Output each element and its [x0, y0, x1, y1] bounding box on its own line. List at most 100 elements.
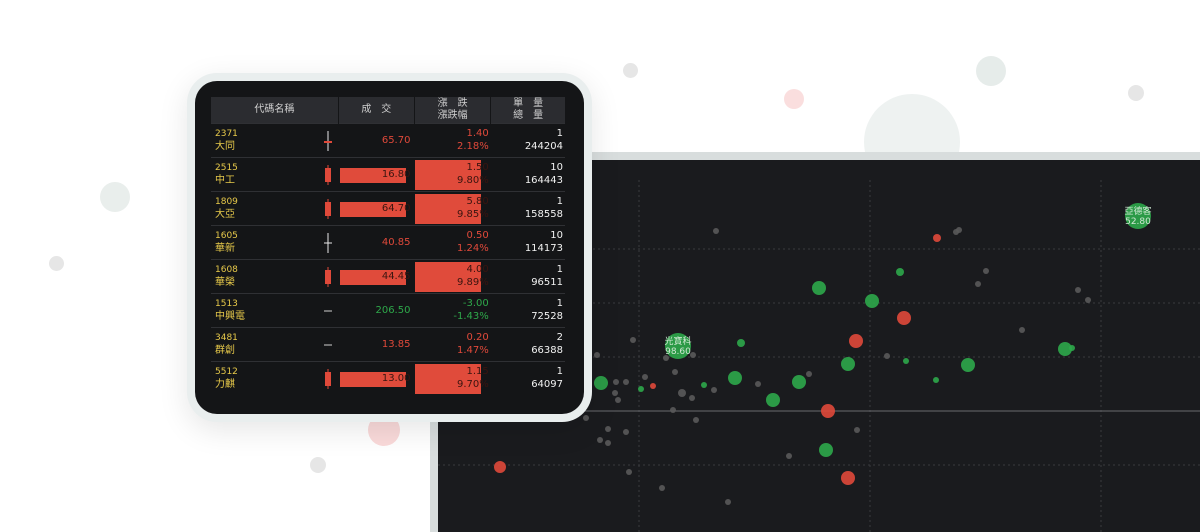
change-pct-value: 9.89% [456, 277, 489, 288]
scatter-point [689, 395, 695, 401]
cell-price: 44.45 [338, 258, 415, 293]
change-value: -3.00 [462, 298, 489, 309]
stock-code: 1513 [215, 298, 238, 309]
scatter-point [933, 377, 939, 383]
stock-code: 3481 [215, 332, 238, 343]
stock-code: 2371 [215, 128, 238, 139]
scatter-point [841, 471, 855, 485]
stock-code: 5512 [215, 366, 238, 377]
scatter-point [594, 352, 600, 358]
scatter-point [983, 268, 989, 274]
scatter-point [766, 393, 780, 407]
scatter-point [812, 281, 826, 295]
change-value: 1.15 [466, 366, 489, 378]
change-pct-value: 2.18% [456, 141, 489, 152]
cell-price: 13.00 [338, 360, 415, 395]
table-row[interactable]: 2371 大同 65.70 1.40 2.18% 1 244204 [211, 122, 565, 157]
candle-icon [325, 164, 332, 185]
total-volume-value: 72528 [531, 311, 563, 322]
change-value: 0.20 [466, 332, 489, 343]
total-volume-value: 244204 [524, 141, 563, 152]
scatter-point [821, 404, 835, 418]
quote-table-body: 2371 大同 65.70 1.40 2.18% 1 244204 2515 中工 16.80 1.… [211, 122, 565, 395]
price-value: 44.45 [381, 270, 411, 282]
scatter-point [903, 358, 909, 364]
cell-price: 13.85 [338, 326, 415, 361]
scatter-point [961, 358, 975, 372]
scatter-point [786, 453, 792, 459]
scatter-point [597, 437, 603, 443]
cell-change: 1.40 2.18% [414, 122, 491, 157]
change-value: 1.40 [466, 128, 489, 139]
point-value-label: 98.60 [665, 347, 691, 357]
cell-volume: 1 96511 [490, 258, 565, 293]
scatter-point [737, 339, 745, 347]
tablet-device: 代碼名稱 成 交 漲 跌 漲跌幅 單 量 總 量 2371 大同 65.70 1.40… [187, 73, 592, 422]
cell-name: 2371 大同 [211, 122, 339, 157]
cell-name: 1608 華榮 [211, 258, 339, 293]
total-volume-value: 114173 [524, 243, 563, 254]
point-name-label: 光寶科 [664, 335, 691, 347]
scatter-point [623, 379, 629, 385]
scatter-point [701, 382, 707, 388]
table-row[interactable]: 1809 大亞 64.70 5.80 9.85% 1 158558 [211, 190, 565, 225]
scatter-point [612, 390, 618, 396]
scatter-point [605, 426, 611, 432]
header-change-pct-label: 漲跌幅 [437, 109, 468, 121]
decor-circle [310, 457, 326, 473]
header-change: 漲 跌 漲跌幅 [414, 97, 492, 123]
total-volume-value: 96511 [531, 277, 563, 288]
scatter-point [693, 417, 699, 423]
scatter-point [933, 234, 941, 242]
scatter-point [690, 352, 696, 358]
stock-name: 大亞 [215, 208, 235, 220]
price-value: 206.50 [375, 304, 411, 316]
cell-name: 2515 中工 [211, 156, 339, 191]
total-volume-value: 164443 [524, 175, 563, 186]
table-row[interactable]: 5512 力麒 13.00 1.15 9.70% 1 64097 [211, 360, 565, 395]
scatter-point [819, 443, 833, 457]
scatter-point [626, 469, 632, 475]
scatter-point [806, 371, 812, 377]
table-row[interactable]: 3481 群創 13.85 0.20 1.47% 2 66388 [211, 326, 565, 361]
unit-volume-value: 10 [550, 230, 563, 241]
cell-name: 1809 大亞 [211, 190, 339, 225]
price-value: 13.85 [381, 338, 411, 350]
unit-volume-value: 1 [556, 196, 563, 207]
cell-change: 1.15 9.70% [414, 360, 491, 395]
point-value-label: 52.80 [1125, 217, 1151, 227]
scatter-point [623, 429, 629, 435]
decor-circle [49, 256, 64, 271]
cell-change: 0.50 1.24% [414, 224, 491, 259]
header-change-label: 漲 跌 [437, 97, 468, 109]
stock-name: 華新 [215, 242, 235, 254]
stock-name: 華榮 [215, 276, 235, 288]
candle-icon [325, 198, 332, 219]
scatter-point [494, 461, 506, 473]
change-value: 0.50 [466, 230, 489, 241]
table-row[interactable]: 1608 華榮 44.45 4.00 9.89% 1 96511 [211, 258, 565, 293]
cell-change: 5.80 9.85% [414, 190, 491, 225]
scatter-point [725, 499, 731, 505]
candle-icon [325, 266, 332, 287]
stock-code: 1809 [215, 196, 238, 207]
cell-name: 1605 華新 [211, 224, 339, 259]
header-volume: 單 量 總 量 [490, 97, 565, 123]
unit-volume-value: 1 [556, 264, 563, 275]
scatter-point [672, 369, 678, 375]
table-row[interactable]: 1513 中興電 206.50 -3.00 -1.43% 1 72528 [211, 292, 565, 327]
scatter-point [884, 353, 890, 359]
scatter-point [755, 381, 761, 387]
scatter-point [630, 337, 636, 343]
cell-volume: 10 114173 [490, 224, 565, 259]
cell-price: 206.50 [338, 292, 415, 327]
table-row[interactable]: 1605 華新 40.85 0.50 1.24% 10 114173 [211, 224, 565, 259]
point-name-label: 亞德客 [1124, 205, 1151, 217]
scatter-point [613, 379, 619, 385]
scatter-point [711, 387, 717, 393]
scatter-point [956, 227, 962, 233]
decor-circle [1128, 85, 1144, 101]
scatter-point [1075, 287, 1081, 293]
table-row[interactable]: 2515 中工 16.80 1.50 9.80% 10 164443 [211, 156, 565, 191]
cell-volume: 2 66388 [490, 326, 565, 361]
